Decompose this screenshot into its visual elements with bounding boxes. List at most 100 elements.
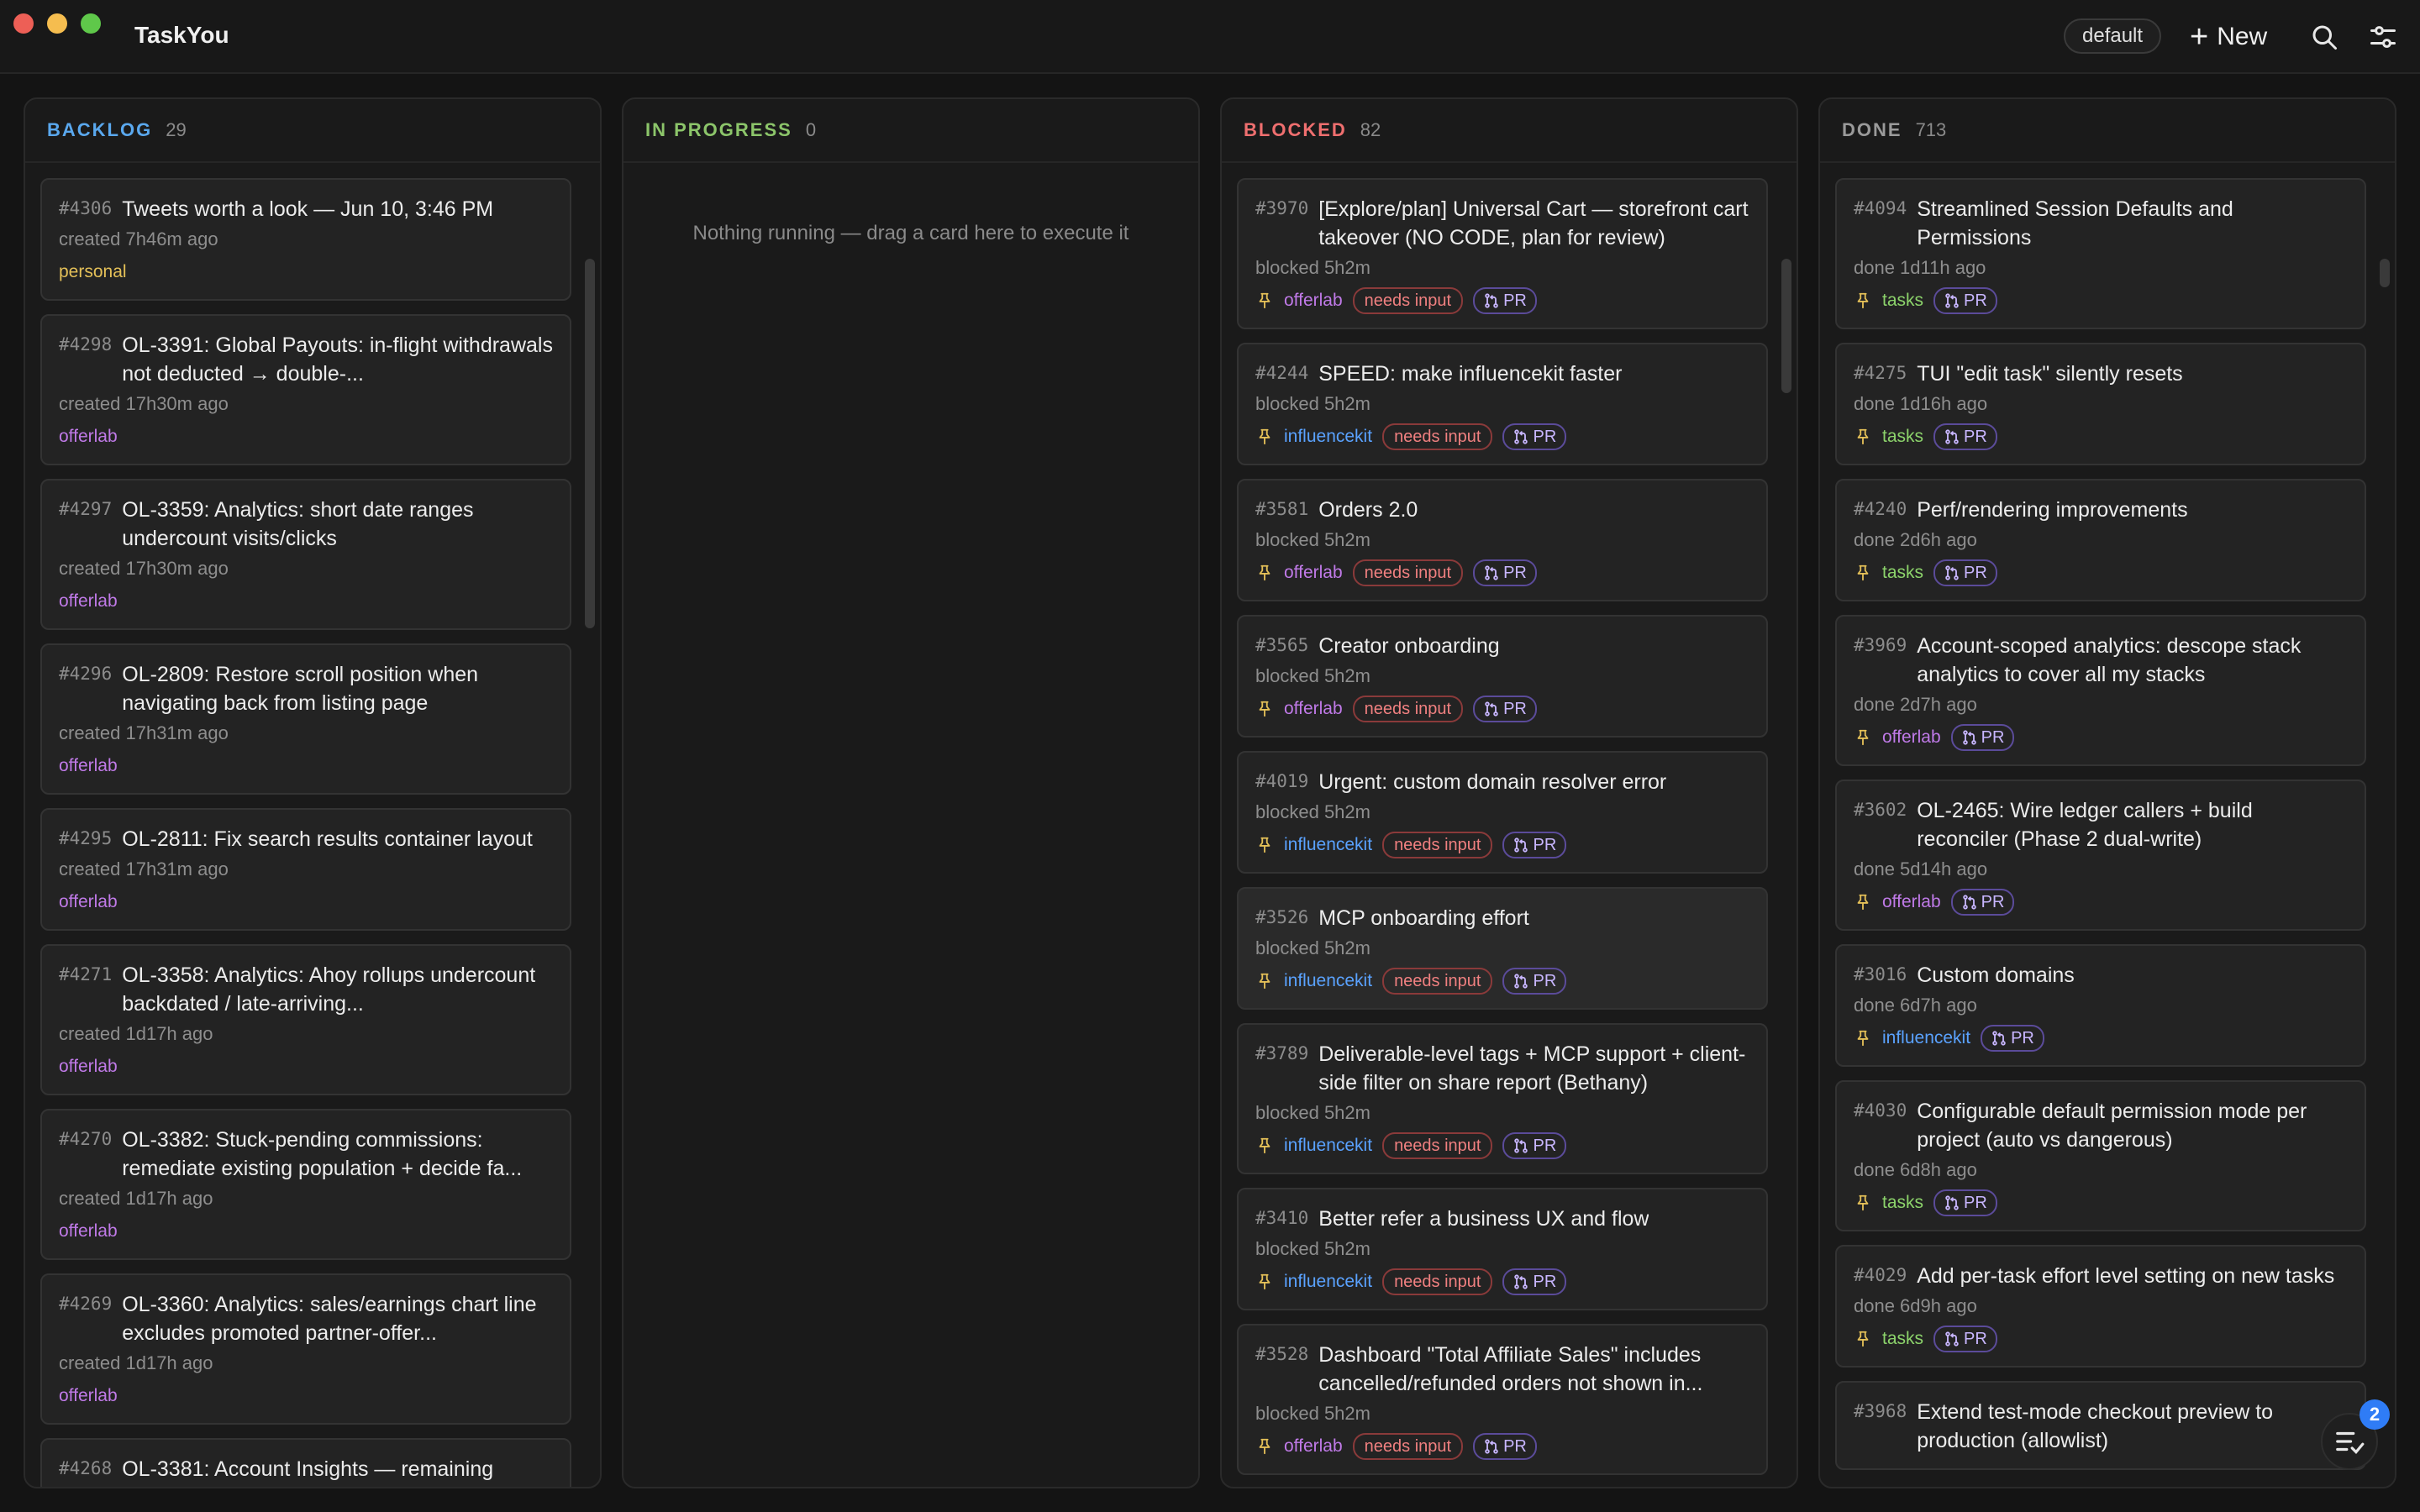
close-window-button[interactable] <box>13 13 34 34</box>
project-tag[interactable]: offerlab <box>1284 699 1343 719</box>
pr-badge[interactable]: PR <box>1933 287 1997 314</box>
pr-badge[interactable]: PR <box>1502 1132 1567 1159</box>
pin-icon[interactable] <box>1255 291 1274 311</box>
project-tag[interactable]: tasks <box>1882 427 1923 447</box>
pin-icon[interactable] <box>1255 1272 1274 1292</box>
task-card[interactable]: #3968 Extend test-mode checkout preview t… <box>1835 1381 2366 1470</box>
pin-icon[interactable] <box>1255 699 1274 719</box>
task-card[interactable]: #4094 Streamlined Session Defaults and Pe… <box>1835 178 2366 329</box>
project-tag[interactable]: personal <box>59 262 127 282</box>
pr-badge[interactable]: PR <box>1933 1189 1997 1216</box>
task-id: #4244 <box>1255 363 1309 383</box>
pr-badge[interactable]: PR <box>1950 889 2015 916</box>
pin-icon[interactable] <box>1255 427 1274 447</box>
pr-badge[interactable]: PR <box>1473 287 1537 314</box>
project-tag[interactable]: tasks <box>1882 1193 1923 1213</box>
pr-badge[interactable]: PR <box>1933 423 1997 450</box>
pr-badge[interactable]: PR <box>1981 1025 2044 1052</box>
new-task-button[interactable]: + New <box>2190 18 2267 55</box>
project-tag[interactable]: offerlab <box>1882 892 1941 912</box>
task-card[interactable]: #3016 Custom domains done 6d7h ago influenc… <box>1835 944 2366 1067</box>
pin-icon[interactable] <box>1854 1329 1872 1349</box>
pin-icon[interactable] <box>1854 427 1872 447</box>
task-title: Urgent: custom domain resolver error <box>1318 770 1667 794</box>
project-tag[interactable]: tasks <box>1882 291 1923 311</box>
project-tag[interactable]: influencekit <box>1284 427 1372 447</box>
project-tag[interactable]: tasks <box>1882 1329 1923 1349</box>
project-tag[interactable]: offerlab <box>1882 727 1941 748</box>
pr-badge[interactable]: PR <box>1933 1326 1997 1352</box>
pin-icon[interactable] <box>1854 892 1872 912</box>
pin-icon[interactable] <box>1255 1436 1274 1457</box>
pin-icon[interactable] <box>1854 291 1872 311</box>
zoom-window-button[interactable] <box>81 13 101 34</box>
minimize-window-button[interactable] <box>47 13 67 34</box>
task-card[interactable]: #3581 Orders 2.0 blocked 5h2m offerlab needs… <box>1237 479 1768 601</box>
column-scrollbar[interactable] <box>1781 259 1791 393</box>
profile-selector[interactable]: default <box>2064 18 2162 54</box>
pin-icon[interactable] <box>1854 563 1872 583</box>
pr-badge[interactable]: PR <box>1473 1433 1537 1460</box>
project-tag[interactable]: tasks <box>1882 563 1923 583</box>
task-card[interactable]: #3526 MCP onboarding effort blocked 5h2m in… <box>1237 887 1768 1010</box>
project-tag[interactable]: offerlab <box>59 591 118 612</box>
task-card[interactable]: #4306 Tweets worth a look — Jun 10, 3:46 … <box>40 178 571 301</box>
task-card[interactable]: #3789 Deliverable-level tags + MCP suppor… <box>1237 1023 1768 1174</box>
project-tag[interactable]: offerlab <box>59 1221 118 1242</box>
column-cards[interactable]: Nothing running — drag a card here to ex… <box>623 165 1198 1487</box>
pr-badge[interactable]: PR <box>1502 1268 1567 1295</box>
pr-badge[interactable]: PR <box>1950 724 2015 751</box>
task-card[interactable]: #4270 OL-3382: Stuck-pending commissions:… <box>40 1109 571 1260</box>
task-card[interactable]: #3970 [Explore/plan] Universal Cart — sto… <box>1237 178 1768 329</box>
project-tag[interactable]: offerlab <box>59 892 118 912</box>
project-tag[interactable]: offerlab <box>59 1057 118 1077</box>
pr-badge[interactable]: PR <box>1473 696 1537 722</box>
pr-badge[interactable]: PR <box>1933 559 1997 586</box>
settings-button[interactable] <box>2368 22 2398 52</box>
task-card[interactable]: #3969 Account-scoped analytics: descope s… <box>1835 615 2366 766</box>
pin-icon[interactable] <box>1255 835 1274 855</box>
task-card[interactable]: #4019 Urgent: custom domain resolver erro… <box>1237 751 1768 874</box>
task-status-time: done 6d7h ago <box>1854 995 1977 1016</box>
task-card[interactable]: #4030 Configurable default permission mod… <box>1835 1080 2366 1231</box>
pin-icon[interactable] <box>1854 1193 1872 1213</box>
column-scrollbar[interactable] <box>585 259 595 628</box>
task-card[interactable]: #4295 OL-2811: Fix search results contain… <box>40 808 571 931</box>
task-card[interactable]: #3528 Dashboard "Total Affiliate Sales" i… <box>1237 1324 1768 1475</box>
search-button[interactable] <box>2309 22 2339 52</box>
task-card[interactable]: #4029 Add per-task effort level setting o… <box>1835 1245 2366 1368</box>
column-scrollbar[interactable] <box>2380 259 2390 287</box>
pr-badge[interactable]: PR <box>1502 832 1567 858</box>
project-tag[interactable]: offerlab <box>59 1386 118 1406</box>
pin-icon[interactable] <box>1255 1136 1274 1156</box>
task-card[interactable]: #4296 OL-2809: Restore scroll position wh… <box>40 643 571 795</box>
project-tag[interactable]: offerlab <box>59 427 118 447</box>
pin-icon[interactable] <box>1854 727 1872 748</box>
pin-icon[interactable] <box>1255 971 1274 991</box>
pr-badge[interactable]: PR <box>1502 968 1567 995</box>
pr-badge[interactable]: PR <box>1473 559 1537 586</box>
pin-icon[interactable] <box>1854 1028 1872 1048</box>
project-tag[interactable]: influencekit <box>1284 971 1372 991</box>
task-card[interactable]: #4240 Perf/rendering improvements done 2d6… <box>1835 479 2366 601</box>
project-tag[interactable]: influencekit <box>1284 1136 1372 1156</box>
project-tag[interactable]: offerlab <box>1284 1436 1343 1457</box>
pin-icon[interactable] <box>1255 563 1274 583</box>
task-card[interactable]: #3602 OL-2465: Wire ledger callers + buil… <box>1835 780 2366 931</box>
task-card[interactable]: #3565 Creator onboarding blocked 5h2m offer… <box>1237 615 1768 738</box>
project-tag[interactable]: offerlab <box>1284 291 1343 311</box>
project-tag[interactable]: offerlab <box>59 756 118 776</box>
project-tag[interactable]: influencekit <box>1284 835 1372 855</box>
task-card[interactable]: #4275 TUI "edit task" silently resets done… <box>1835 343 2366 465</box>
task-card[interactable]: #4297 OL-3359: Analytics: short date rang… <box>40 479 571 630</box>
task-card[interactable]: #4271 OL-3358: Analytics: Ahoy rollups un… <box>40 944 571 1095</box>
task-card[interactable]: #4268 OL-3381: Account Insights — remaini… <box>40 1438 571 1487</box>
pr-badge[interactable]: PR <box>1502 423 1567 450</box>
task-card[interactable]: #4269 OL-3360: Analytics: sales/earnings … <box>40 1273 571 1425</box>
project-tag[interactable]: offerlab <box>1284 563 1343 583</box>
task-card[interactable]: #4298 OL-3391: Global Payouts: in-flight … <box>40 314 571 465</box>
project-tag[interactable]: influencekit <box>1284 1272 1372 1292</box>
task-card[interactable]: #4244 SPEED: make influencekit faster bloc… <box>1237 343 1768 465</box>
task-card[interactable]: #3410 Better refer a business UX and flow… <box>1237 1188 1768 1310</box>
project-tag[interactable]: influencekit <box>1882 1028 1970 1048</box>
